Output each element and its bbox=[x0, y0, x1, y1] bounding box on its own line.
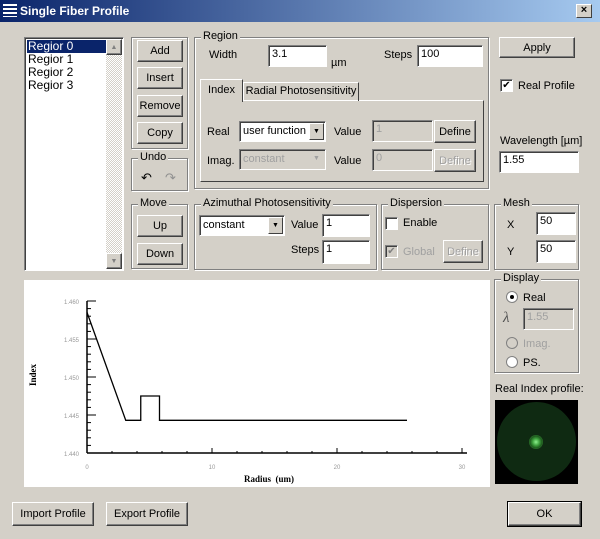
up-button[interactable]: Up bbox=[137, 215, 183, 237]
x-tick-label: 30 bbox=[459, 465, 466, 471]
preview-label: Real Index profile: bbox=[495, 383, 584, 395]
dropdown-arrow-icon[interactable]: ▼ bbox=[309, 123, 324, 140]
region-list-item[interactable]: Regior 3 bbox=[27, 79, 107, 92]
copy-button[interactable]: Copy bbox=[137, 122, 183, 144]
real-select-value: user function bbox=[243, 125, 306, 137]
enable-label: Enable bbox=[403, 217, 438, 229]
undo-label: Undo bbox=[138, 151, 169, 163]
azimuthal-value-label: Value bbox=[291, 219, 319, 231]
ps-radio-label: PS. bbox=[523, 357, 541, 369]
x-tick-label: 10 bbox=[209, 465, 216, 471]
steps-label: Steps bbox=[384, 49, 413, 61]
ps-radio[interactable] bbox=[506, 356, 518, 368]
undo-icon[interactable]: ↶ bbox=[141, 170, 152, 186]
lambda-icon: λ bbox=[503, 310, 510, 326]
chart-svg: 1.440 1.445 1.450 1.455 1.460 0 10 20 30 bbox=[64, 300, 467, 471]
region-label: Region bbox=[201, 30, 240, 42]
import-profile-button[interactable]: Import Profile bbox=[12, 502, 94, 526]
real-index-profile-preview bbox=[495, 400, 578, 484]
real-profile-checkbox[interactable]: ✔ bbox=[500, 79, 513, 92]
imag-define-button[interactable]: Define bbox=[434, 149, 476, 172]
region-listbox[interactable]: Regior 0 Regior 1 Regior 2 Regior 3 ▲ ▼ bbox=[24, 37, 124, 271]
redo-icon[interactable]: ↷ bbox=[165, 170, 176, 186]
mesh-label: Mesh bbox=[501, 197, 532, 209]
export-profile-button[interactable]: Export Profile bbox=[106, 502, 188, 526]
imag-label: Imag. bbox=[207, 155, 235, 167]
steps-input[interactable]: 100 bbox=[417, 45, 483, 67]
azimuthal-steps-label: Steps bbox=[291, 244, 320, 256]
y-tick-label: 1.460 bbox=[64, 300, 80, 306]
dropdown-arrow-icon[interactable]: ▼ bbox=[268, 217, 283, 234]
real-value-input[interactable]: 1 bbox=[372, 120, 433, 142]
mesh-x-label: X bbox=[507, 219, 515, 231]
enable-checkbox[interactable] bbox=[385, 217, 398, 230]
apply-button[interactable]: Apply bbox=[499, 37, 575, 58]
window-title: Single Fiber Profile bbox=[20, 4, 130, 18]
width-input[interactable]: 3.1 bbox=[268, 45, 327, 67]
imag-radio[interactable] bbox=[506, 337, 518, 349]
add-button[interactable]: Add bbox=[137, 40, 183, 62]
imag-value-input[interactable]: 0 bbox=[372, 149, 433, 171]
global-checkbox[interactable]: ✔ bbox=[385, 245, 398, 258]
azimuthal-select[interactable]: constant ▼ bbox=[199, 215, 285, 236]
undo-group: Undo bbox=[131, 151, 188, 191]
app-icon bbox=[3, 4, 17, 17]
width-label: Width bbox=[209, 49, 238, 61]
scroll-up-button[interactable]: ▲ bbox=[106, 39, 122, 55]
global-label: Global bbox=[403, 246, 435, 258]
real-select[interactable]: user function ▼ bbox=[239, 121, 326, 142]
insert-button[interactable]: Insert bbox=[137, 67, 183, 89]
ok-button[interactable]: OK bbox=[507, 501, 582, 527]
real-radio-label: Real bbox=[523, 292, 546, 304]
dispersion-label: Dispersion bbox=[388, 197, 444, 209]
tab-index[interactable]: Index bbox=[200, 79, 243, 102]
mesh-x-input[interactable]: 50 bbox=[536, 212, 576, 235]
display-label: Display bbox=[501, 272, 542, 284]
real-define-button[interactable]: Define bbox=[434, 120, 476, 143]
azimuthal-steps-input[interactable]: 1 bbox=[322, 240, 370, 264]
width-unit: µm bbox=[331, 57, 347, 69]
tab-radial-photosensitivity[interactable]: Radial Photosensitivity bbox=[243, 82, 359, 101]
azimuthal-label: Azimuthal Photosensitivity bbox=[201, 197, 333, 209]
y-tick-label: 1.450 bbox=[64, 376, 80, 382]
close-button[interactable]: × bbox=[576, 4, 592, 18]
y-tick-label: 1.440 bbox=[64, 452, 80, 458]
y-tick-label: 1.445 bbox=[64, 414, 80, 420]
imag-value-label: Value bbox=[334, 155, 362, 167]
imag-radio-label: Imag. bbox=[523, 338, 551, 350]
down-button[interactable]: Down bbox=[137, 243, 183, 265]
lambda-input[interactable]: 1.55 bbox=[523, 308, 574, 330]
x-axis-label: Radius (um) bbox=[244, 474, 295, 484]
real-profile-label: Real Profile bbox=[518, 80, 575, 92]
dropdown-arrow-icon[interactable]: ▼ bbox=[309, 151, 324, 168]
mesh-y-input[interactable]: 50 bbox=[536, 240, 576, 263]
title-bar: Single Fiber Profile × bbox=[0, 0, 600, 22]
scroll-down-button[interactable]: ▼ bbox=[106, 253, 122, 269]
index-profile-line bbox=[86, 312, 407, 421]
azimuthal-select-value: constant bbox=[203, 219, 245, 231]
real-value-label: Value bbox=[334, 126, 362, 138]
list-scrollbar[interactable]: ▲ ▼ bbox=[106, 39, 122, 269]
x-tick-label: 0 bbox=[85, 465, 89, 471]
imag-select-value: constant bbox=[243, 153, 285, 165]
y-tick-label: 1.455 bbox=[64, 338, 80, 344]
y-axis-label: Index bbox=[28, 363, 39, 387]
wavelength-input[interactable]: 1.55 bbox=[499, 151, 579, 173]
real-label: Real bbox=[207, 126, 230, 138]
index-profile-chart: 1.440 1.445 1.450 1.455 1.460 0 10 20 30 Index R… bbox=[24, 280, 490, 487]
remove-button[interactable]: Remove bbox=[137, 95, 183, 117]
move-label: Move bbox=[138, 197, 169, 209]
azimuthal-value-input[interactable]: 1 bbox=[322, 214, 370, 237]
x-tick-label: 20 bbox=[334, 465, 341, 471]
real-radio[interactable] bbox=[506, 291, 518, 303]
dispersion-define-button[interactable]: Define bbox=[443, 240, 483, 263]
mesh-y-label: Y bbox=[507, 246, 515, 258]
wavelength-label: Wavelength [µm] bbox=[500, 135, 583, 147]
imag-select[interactable]: constant ▼ bbox=[239, 149, 326, 170]
